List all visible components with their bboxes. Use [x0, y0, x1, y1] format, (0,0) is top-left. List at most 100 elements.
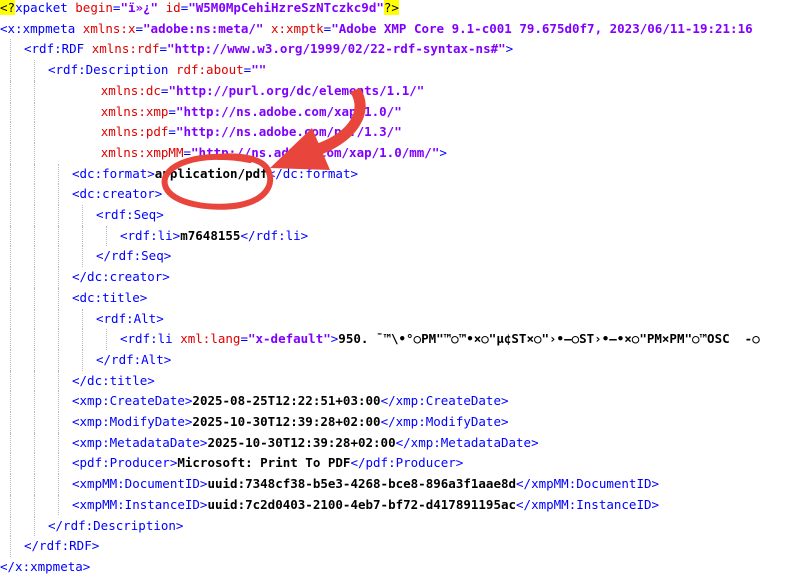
code-line: <rdf:Seq> [96, 205, 164, 225]
indent-guide [34, 267, 35, 288]
code-token: <? [0, 0, 16, 15]
indent-guide [10, 122, 11, 143]
code-token: > [439, 144, 447, 160]
indent-guide [10, 287, 11, 309]
indent-guide [58, 308, 59, 330]
indent-guide [34, 60, 35, 81]
code-line: <xmpMM:InstanceID>uuid:7c2d0403-2100-4eb… [72, 495, 659, 515]
code-token: </xmpMM:DocumentID> [516, 476, 660, 492]
code-line: xmlns:pdf="http://ns.adobe.com/pdf/1.3/" [48, 122, 402, 142]
indent-guide [10, 391, 11, 412]
indent-guide [34, 329, 35, 350]
code-token: xmlns:pdf [100, 124, 169, 140]
code-line: xmlns:xmpMM="http://ns.adobe.com/xap/1.0… [48, 143, 447, 163]
code-line: <xmp:CreateDate>2025-08-25T12:22:51+03:0… [72, 391, 509, 411]
code-line: <dc:title> [72, 288, 147, 308]
code-line: </x:xmpmeta> [0, 557, 90, 577]
indent-guide [34, 515, 35, 537]
indent-guide [106, 329, 107, 350]
indent-guide [34, 122, 35, 143]
indent-guide [34, 412, 35, 433]
code-line: <rdf:li>m7648155</rdf:li> [120, 226, 308, 246]
code-token: application/pdf [154, 165, 268, 181]
code-token: 2025-08-25T12:22:51+03:00 [192, 393, 381, 409]
code-token: <rdf:Alt> [96, 310, 164, 326]
code-token: xmlns:dc [100, 82, 161, 98]
code-line: <rdf:RDF xmlns:rdf="http://www.w3.org/19… [24, 39, 513, 59]
code-token: xmlns:xmpMM [100, 144, 184, 160]
indent-guide [10, 329, 11, 350]
code-token: xmlns:rdf [91, 41, 160, 57]
indent-guide [34, 205, 35, 226]
indent-guide [10, 474, 11, 495]
code-line: <dc:creator> [72, 184, 162, 204]
indent-guide [10, 246, 11, 268]
indent-guide [10, 370, 11, 392]
code-token: = [183, 144, 192, 160]
indent-guide [58, 349, 59, 371]
code-token: "Adobe XMP Core 9.1-c001 79.675d0f7, 202… [331, 20, 753, 36]
code-token: uuid:7348cf38-b5e3-4268-bce8-896a3f1aae8… [207, 476, 517, 492]
code-token: </dc:creator> [72, 269, 170, 285]
indent-guide [58, 225, 59, 247]
indent-guide [10, 432, 11, 454]
code-token: <xmp:ModifyDate> [72, 414, 193, 429]
code-token: id [165, 0, 181, 15]
indent-guide [58, 370, 59, 392]
code-token: "W5M0MpCehiHzreSzNTczkc9d" [188, 0, 384, 15]
xml-code-editor[interactable]: <?xpacket begin = "ï»¿" id = "W5M0MpCehiHzre… [0, 0, 800, 574]
indent-guide [58, 287, 59, 309]
indent-guide [34, 101, 35, 123]
indent-guide [58, 246, 59, 268]
code-token: "http://ns.adobe.com/pdf/1.3/" [175, 124, 402, 140]
code-token: <x:xmpmeta [0, 20, 83, 36]
indent-guide [10, 494, 11, 516]
code-token: = [135, 20, 144, 36]
code-line: </rdf:Seq> [96, 246, 171, 266]
code-line: </dc:title> [72, 371, 155, 391]
code-token: uuid:7c2d0403-2100-4eb7-bf72-d417891195a… [207, 496, 517, 512]
code-token: "http://ns.adobe.com/xap/1.0/" [175, 103, 402, 119]
code-line: <rdf:Alt> [96, 309, 164, 329]
code-token: x:xmptk [270, 20, 324, 36]
indent-guide [58, 205, 59, 226]
code-token: </xmpMM:InstanceID> [516, 496, 660, 512]
indent-guide [58, 163, 59, 185]
code-token: = [159, 41, 167, 57]
indent-guide [82, 329, 83, 350]
code-token: "http://www.w3.org/1999/02/22-rdf-syntax… [167, 41, 506, 57]
indent-guide [58, 494, 59, 516]
code-token: <xmpMM:DocumentID> [72, 476, 208, 492]
code-token: "http://purl.org/dc/elements/1.1/" [168, 82, 425, 98]
code-token: </dc:title> [72, 372, 155, 388]
code-token: <xmpMM:InstanceID> [72, 496, 208, 512]
code-line: <?xpacket begin="ï»¿" id="W5M0MpCehiHzre… [0, 0, 399, 18]
indent-guide [58, 329, 59, 350]
code-token: xpacket [15, 0, 76, 15]
code-token: <xmp:CreateDate> [72, 393, 193, 409]
code-token: <pdf:Producer> [72, 455, 178, 471]
indent-guide [10, 412, 11, 433]
indent-guide [10, 308, 11, 330]
code-token: "adobe:ns:meta/" [143, 20, 264, 36]
indent-guide [34, 80, 35, 102]
code-token: <dc:format> [72, 165, 155, 181]
code-line: <x:xmpmeta xmlns:x="adobe:ns:meta/" x:xm… [0, 19, 753, 39]
code-token: <rdf:Description [48, 62, 176, 78]
indent-guide [82, 349, 83, 371]
indent-guide [10, 267, 11, 288]
code-token: <dc:creator> [72, 186, 163, 202]
indent-guide [34, 246, 35, 268]
code-line: <xmpMM:DocumentID>uuid:7348cf38-b5e3-426… [72, 474, 659, 494]
code-token: begin [75, 0, 113, 15]
code-token: <rdf:RDF [24, 41, 92, 57]
code-token: </xmp:ModifyDate> [380, 414, 509, 429]
code-line: </dc:creator> [72, 267, 170, 287]
code-token: "http://ns.adobe.com/xap/1.0/mm/" [191, 144, 440, 160]
indent-guide [58, 453, 59, 475]
indent-guide [10, 205, 11, 226]
indent-guide [10, 142, 11, 164]
code-token: <rdf:li [120, 331, 181, 347]
indent-guide [106, 225, 107, 247]
code-line: <rdf:li xml:lang="x-default">950. ¯™\•°○… [120, 329, 760, 349]
